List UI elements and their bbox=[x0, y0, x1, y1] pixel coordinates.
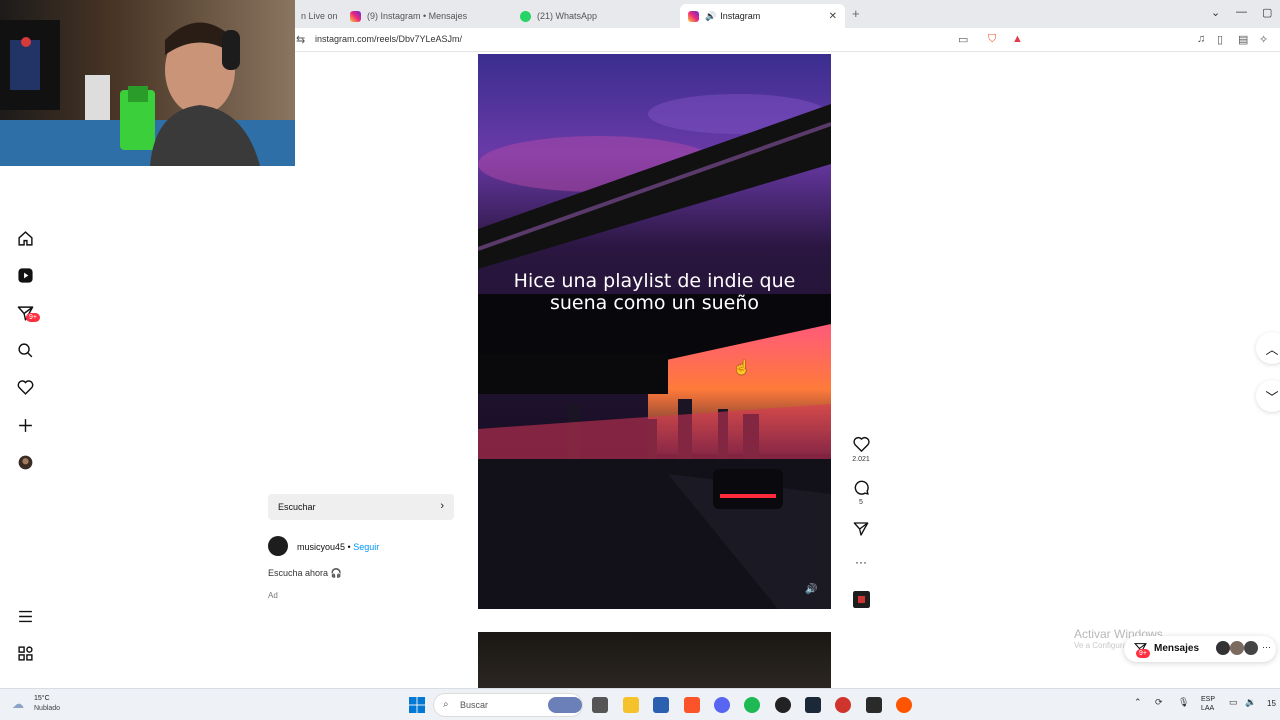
create-icon[interactable] bbox=[16, 416, 34, 434]
wallet-icon[interactable]: ▤ bbox=[1238, 33, 1248, 46]
instagram-icon bbox=[350, 10, 361, 22]
ad-label: Ad bbox=[268, 591, 278, 600]
tab-label: n Live on bbox=[301, 11, 338, 21]
avatar bbox=[1244, 641, 1258, 655]
search-icon[interactable] bbox=[16, 341, 34, 359]
author-name[interactable]: musicyou45 bbox=[297, 542, 345, 552]
close-tab-icon[interactable]: ✕ bbox=[829, 11, 837, 22]
comment-icon[interactable] bbox=[851, 479, 871, 501]
volume-icon[interactable]: 🔉 bbox=[1245, 697, 1256, 708]
reel-video[interactable]: Hice una playlist de indie que suena com… bbox=[478, 54, 831, 609]
site-settings-icon[interactable]: ⇆ bbox=[296, 33, 305, 46]
messages-pill[interactable]: 9+ Mensajes ··· bbox=[1124, 636, 1276, 662]
tab-whatsapp[interactable]: (21) WhatsApp bbox=[512, 4, 672, 28]
menu-icon[interactable] bbox=[16, 607, 34, 625]
listen-button[interactable]: Escuchar › bbox=[268, 494, 454, 520]
cloud-icon: ☁ bbox=[12, 697, 24, 711]
reels-icon[interactable] bbox=[16, 266, 34, 284]
widget-icon[interactable] bbox=[548, 697, 582, 713]
comment-count: 5 bbox=[859, 499, 863, 506]
steam-icon[interactable] bbox=[805, 697, 821, 713]
chevron-up-icon: ︿ bbox=[1265, 341, 1279, 357]
search-placeholder: Buscar bbox=[460, 700, 489, 710]
tab-label: Instagram bbox=[720, 11, 761, 21]
more-icon: ··· bbox=[1262, 642, 1271, 652]
cast-icon[interactable]: ▭ bbox=[958, 33, 968, 46]
url-field[interactable]: instagram.com/reels/Dbv7YLeASJm/ bbox=[315, 34, 462, 44]
audio-avatar[interactable] bbox=[851, 591, 871, 613]
profile-icon[interactable] bbox=[16, 453, 34, 471]
store-icon[interactable] bbox=[653, 697, 669, 713]
whatsapp-icon bbox=[520, 10, 531, 22]
previous-reel-button[interactable]: ︿ bbox=[1256, 332, 1280, 364]
separator: • bbox=[347, 542, 351, 552]
chevron-down-icon: ﹀ bbox=[1265, 389, 1279, 405]
apps-icon[interactable] bbox=[16, 644, 34, 662]
author-avatar[interactable] bbox=[268, 536, 288, 556]
like-icon[interactable] bbox=[851, 436, 871, 457]
soundcloud-icon[interactable] bbox=[896, 697, 912, 713]
instagram-icon bbox=[688, 10, 699, 22]
obs-icon[interactable] bbox=[775, 697, 791, 713]
sync-icon[interactable]: ⟳ bbox=[1155, 697, 1163, 708]
brave-rewards-icon[interactable]: ▲ bbox=[1012, 33, 1023, 45]
chevron-right-icon: › bbox=[440, 500, 444, 512]
tray-overflow-icon[interactable]: ⌃ bbox=[1134, 697, 1142, 708]
weather-desc: Nublado bbox=[34, 705, 61, 712]
cursor-icon: ☝ bbox=[733, 359, 751, 375]
new-tab-icon[interactable]: + bbox=[852, 6, 860, 21]
like-count: 2.021 bbox=[852, 456, 870, 463]
epic-games-icon[interactable] bbox=[866, 697, 882, 713]
follow-button[interactable]: Seguir bbox=[353, 542, 379, 552]
music-icon[interactable]: ♫ bbox=[1197, 33, 1205, 45]
webcam-overlay bbox=[0, 0, 295, 166]
minimize-icon[interactable]: — bbox=[1236, 6, 1247, 18]
tab-label: (21) WhatsApp bbox=[537, 11, 598, 21]
messages-label: Mensajes bbox=[1154, 643, 1200, 654]
windows-taskbar: ☁ 15°C Nublado ⌕ Buscar ⌃ ⟳ 🎙 ESP LAA ▭ … bbox=[0, 688, 1280, 720]
next-reel-button[interactable]: ﹀ bbox=[1256, 380, 1280, 412]
share-icon[interactable] bbox=[851, 521, 871, 542]
avatar bbox=[1230, 641, 1244, 655]
extensions-icon[interactable]: ✧ bbox=[1259, 33, 1268, 46]
next-reel-preview[interactable] bbox=[478, 632, 831, 688]
maximize-icon[interactable]: ▢ bbox=[1262, 6, 1272, 19]
reel-caption: Hice una playlist de indie que suena com… bbox=[513, 270, 796, 314]
discord-icon[interactable] bbox=[714, 697, 730, 713]
network-icon[interactable]: ▭ bbox=[1229, 697, 1238, 708]
app-icon[interactable] bbox=[835, 697, 851, 713]
search-icon: ⌕ bbox=[443, 699, 449, 710]
task-view-icon[interactable] bbox=[592, 697, 608, 713]
tab-instagram-messages[interactable]: (9) Instagram • Mensajes bbox=[342, 4, 502, 28]
windows-start-icon[interactable] bbox=[409, 697, 425, 713]
post-description: Escucha ahora 🎧 bbox=[268, 568, 342, 578]
avatar bbox=[1216, 641, 1230, 655]
language-indicator[interactable]: ESP LAA bbox=[1201, 695, 1215, 713]
speaker-icon: 🔊 bbox=[705, 10, 717, 21]
file-explorer-icon[interactable] bbox=[623, 697, 639, 713]
tab-live[interactable]: n Live on bbox=[295, 4, 340, 28]
sidebar-icon[interactable]: ▯ bbox=[1217, 33, 1223, 46]
reel-image bbox=[478, 54, 831, 609]
notifications-icon[interactable] bbox=[16, 378, 34, 396]
messages-pill-badge: 9+ bbox=[1136, 649, 1150, 658]
microphone-icon[interactable]: 🎙 bbox=[1178, 697, 1189, 708]
clock[interactable]: 15 bbox=[1267, 699, 1276, 708]
weather-temp: 15°C bbox=[34, 695, 50, 702]
author-line: musicyou45 • Seguir bbox=[297, 542, 379, 552]
spotify-icon[interactable] bbox=[744, 697, 760, 713]
tab-label: (9) Instagram • Mensajes bbox=[367, 11, 468, 21]
listen-label: Escuchar bbox=[278, 502, 316, 512]
brave-shield-icon[interactable]: ⛉ bbox=[988, 33, 996, 46]
home-icon[interactable] bbox=[16, 229, 34, 247]
webcam-image bbox=[0, 0, 295, 166]
volume-icon[interactable]: 🔊 bbox=[805, 584, 817, 595]
brave-icon[interactable] bbox=[684, 697, 700, 713]
messages-badge: 9+ bbox=[26, 313, 40, 322]
more-options-icon[interactable]: ··· bbox=[851, 555, 871, 569]
tab-list-icon[interactable]: ⌄ bbox=[1211, 6, 1220, 19]
tab-instagram[interactable]: 🔊 Instagram ✕ bbox=[680, 4, 845, 28]
